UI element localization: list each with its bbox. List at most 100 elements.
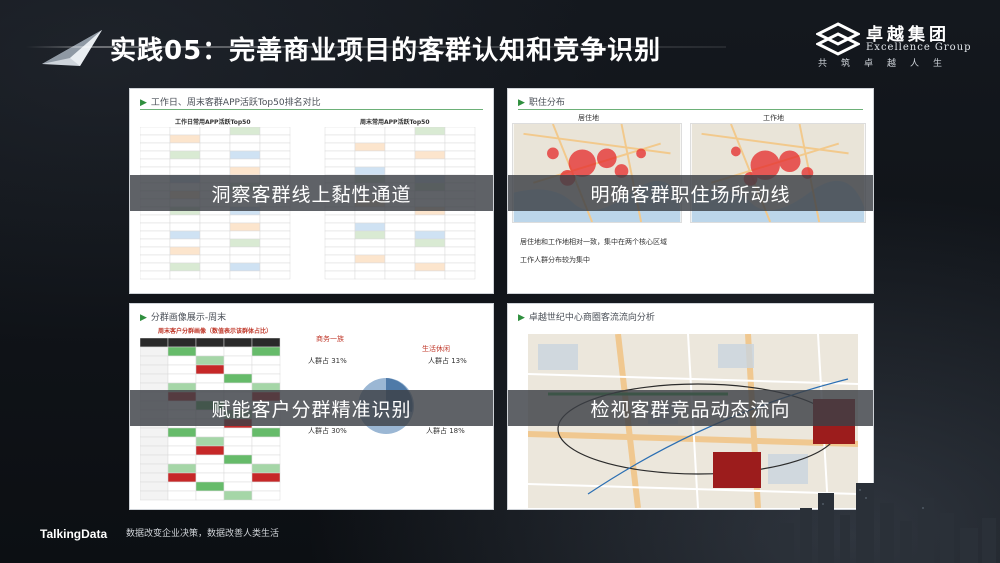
table-cell (414, 254, 446, 264)
table-cell (223, 445, 253, 456)
table-cell (259, 222, 291, 232)
table-cell (167, 346, 197, 357)
table-cell (414, 262, 446, 272)
table-cell (167, 472, 197, 483)
table-cell (140, 270, 171, 280)
triangle-icon: ▶ (140, 98, 147, 108)
card-heading: ▶ 工作日、周末客群APP活跃Top50排名对比 (140, 95, 321, 108)
overlay-caption: 明确客群职住场所动线 (508, 175, 873, 211)
segment-table-title: 周末客户分群画像（数值表示该群体占比） (158, 328, 273, 335)
table-cell (324, 127, 356, 136)
table-cell (199, 166, 231, 176)
table-cell (140, 346, 169, 357)
table-cell (223, 364, 253, 375)
table-cell (414, 238, 446, 248)
table-cell (167, 454, 197, 465)
table-cell (414, 166, 446, 176)
table-cell (167, 427, 197, 438)
overlay-caption: 检视客群竞品动态流向 (508, 390, 873, 426)
table-cell (444, 230, 476, 240)
table-cell (169, 222, 201, 232)
table-cell (140, 463, 169, 474)
table-cell (229, 150, 261, 160)
table-cell (223, 373, 253, 384)
table-cell (414, 142, 446, 152)
table-cell (384, 166, 416, 176)
table-cell (384, 230, 416, 240)
table-cell (251, 373, 281, 384)
table-cell (259, 246, 291, 256)
table-cell (444, 238, 476, 248)
overlay-caption: 赋能客户分群精准识别 (130, 390, 493, 426)
table-cell (354, 254, 386, 264)
table-cell (229, 142, 261, 152)
table-cell (223, 472, 253, 483)
table-cell (199, 150, 231, 160)
table-cell (251, 338, 281, 348)
segment-1-share: 人群占 31% (308, 357, 347, 365)
table-cell (414, 127, 446, 136)
table-cell (229, 270, 261, 280)
card-heading: ▶ 分群画像展示-周末 (140, 310, 226, 323)
table-cell (199, 262, 231, 272)
table-cell (259, 262, 291, 272)
table-cell (444, 166, 476, 176)
table-cell (324, 214, 356, 224)
table-cell (324, 158, 356, 168)
brand-name-en: Excellence Group (866, 42, 972, 53)
table-cell (140, 254, 171, 264)
table-cell (140, 246, 171, 256)
table-cell (384, 142, 416, 152)
table-cell (324, 238, 356, 248)
table-cell (169, 150, 201, 160)
table-cell (195, 490, 225, 501)
table-cell (140, 214, 171, 224)
table-cell (229, 230, 261, 240)
table-cell (169, 214, 201, 224)
card-heading-text: 分群画像展示-周末 (150, 313, 227, 323)
table-cell (229, 262, 261, 272)
table-cell (444, 142, 476, 152)
table-cell (169, 142, 201, 152)
table-cell (199, 214, 231, 224)
table-cell (251, 436, 281, 447)
segment-1-name: 商务一族 (316, 335, 344, 343)
brand-logo: 卓越集团 Excellence Group 共筑卓越人生 (808, 20, 978, 69)
footer-slogan: 数据改变企业决策，数据改善人类生活 (126, 529, 280, 539)
card-rule (140, 109, 483, 110)
table-cell (251, 427, 281, 438)
card-live-work: ▶ 职住分布 居住地 工作地 居住地和工作地相对一致，集中在两个核心区域 工作人群… (507, 88, 874, 294)
page-title: 实践05：完善商业项目的客群认知和竞争识别 (110, 36, 662, 66)
table-cell (223, 481, 253, 492)
table-cell (354, 214, 386, 224)
table-cell (140, 238, 171, 248)
table-cell (140, 436, 169, 447)
segment-3-share: 人群占 30% (308, 427, 347, 435)
brand-diamond-icon (816, 22, 860, 56)
table-cell (384, 158, 416, 168)
table-cell (259, 127, 291, 136)
city-skyline (780, 483, 996, 563)
table-cell (384, 134, 416, 144)
table-cell (199, 254, 231, 264)
table-cell (354, 270, 386, 280)
table-cell (195, 355, 225, 366)
table-cell (167, 355, 197, 366)
table-cell (384, 254, 416, 264)
table-cell (169, 134, 201, 144)
table-cell (223, 454, 253, 465)
table-cell (444, 158, 476, 168)
table-cell (251, 472, 281, 483)
table-cell (140, 490, 169, 501)
table-cell (229, 214, 261, 224)
table-cell (324, 246, 356, 256)
table-cell (251, 355, 281, 366)
table-cell (169, 230, 201, 240)
table-cell (384, 127, 416, 136)
table-cell (414, 246, 446, 256)
note-2: 工作人群分布较为集中 (520, 256, 590, 264)
table-cell (229, 254, 261, 264)
table-cell (444, 127, 476, 136)
table-cell (251, 364, 281, 375)
table-cell (169, 270, 201, 280)
